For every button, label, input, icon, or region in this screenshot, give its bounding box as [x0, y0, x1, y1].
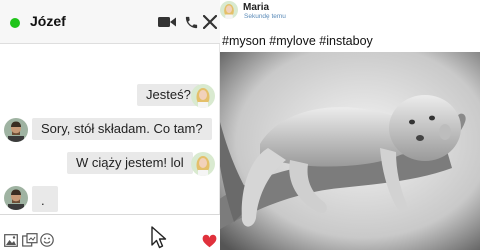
user-avatar — [191, 152, 215, 176]
sticker-icon[interactable] — [22, 232, 38, 248]
video-camera-icon[interactable] — [156, 13, 178, 31]
chat-header: Józef — [0, 0, 220, 44]
post-photo[interactable] — [220, 52, 480, 250]
phone-icon[interactable] — [182, 13, 200, 31]
like-heart-icon[interactable] — [202, 233, 217, 249]
message-bubble-incoming: Sory, stół składam. Co tam? — [32, 118, 212, 140]
emoji-icon[interactable] — [40, 232, 54, 248]
contact-avatar — [4, 186, 28, 210]
contact-avatar — [4, 118, 28, 142]
post-author-name[interactable]: Maria — [243, 2, 269, 13]
screen: Józef Jesteś? Sory, stół składam. Co tam… — [0, 0, 480, 250]
contact-name[interactable]: Józef — [30, 13, 66, 29]
online-status-icon — [10, 18, 20, 28]
chat-window: Józef Jesteś? Sory, stół składam. Co tam… — [0, 0, 220, 250]
message-bubble-incoming: . — [32, 186, 58, 212]
post-timestamp: Sekundę temu — [244, 13, 286, 20]
author-avatar[interactable] — [220, 1, 238, 19]
mouse-cursor-icon — [150, 226, 168, 250]
close-icon[interactable] — [202, 13, 218, 31]
photo-icon[interactable] — [4, 232, 18, 248]
user-avatar — [191, 84, 215, 108]
post-text: #myson #mylove #instaboy — [222, 34, 373, 48]
message-bubble-outgoing: W ciąży jestem! lol — [67, 152, 193, 174]
